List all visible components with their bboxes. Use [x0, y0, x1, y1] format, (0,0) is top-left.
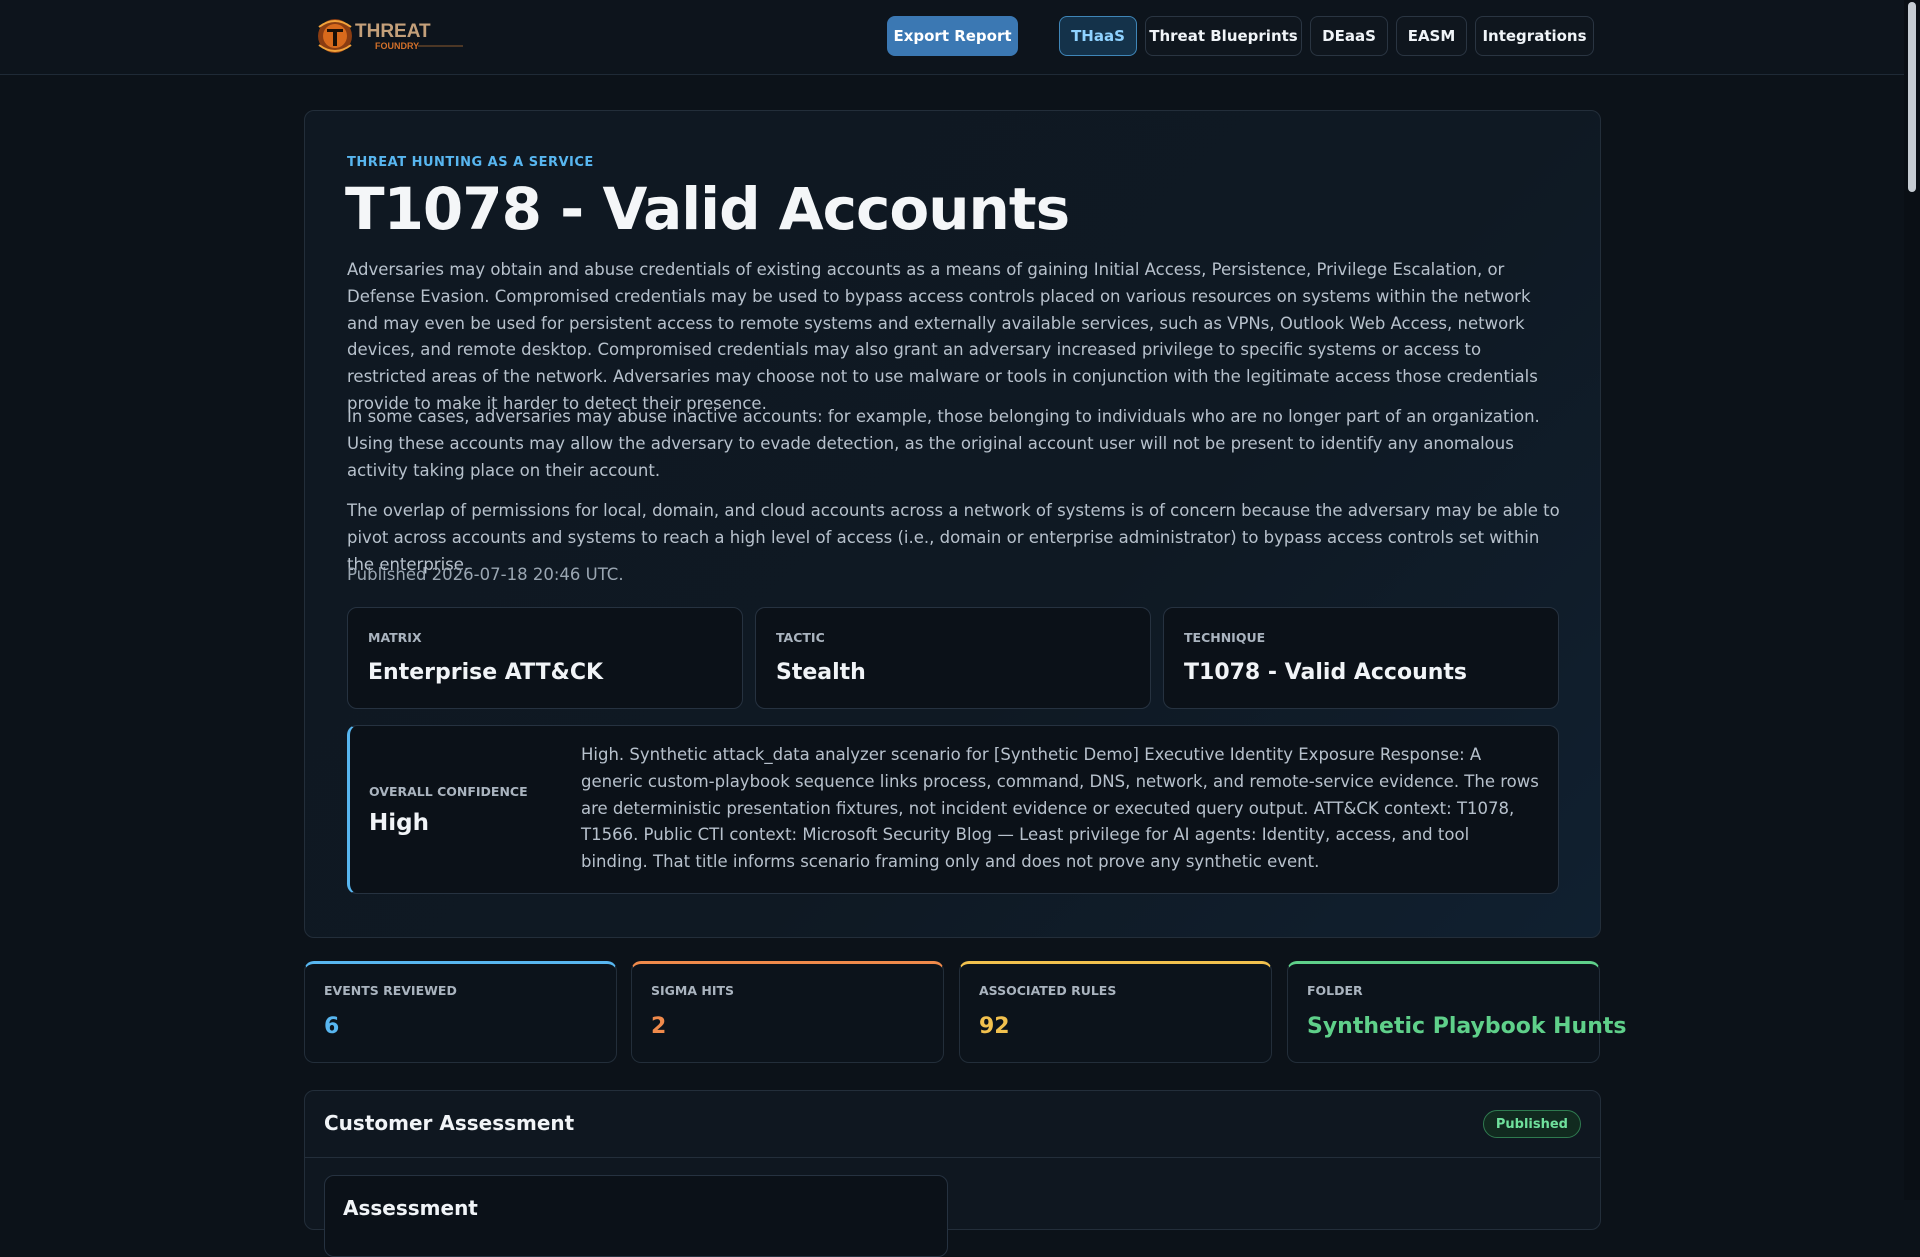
- matrix-value: Enterprise ATT&CK: [368, 660, 604, 685]
- section-eyebrow: THREAT HUNTING AS A SERVICE: [347, 155, 594, 170]
- published-timestamp: Published 2026-07-18 20:46 UTC.: [347, 565, 624, 584]
- confidence-label: OVERALL CONFIDENCE: [369, 784, 528, 799]
- threat-foundry-logo[interactable]: THREAT FOUNDRY: [313, 13, 465, 59]
- folder-link[interactable]: Synthetic Playbook Hunts: [1307, 1014, 1627, 1039]
- confidence-description: High. Synthetic attack_data analyzer sce…: [581, 745, 1539, 872]
- svg-text:FOUNDRY: FOUNDRY: [375, 41, 419, 51]
- scrollbar-thumb[interactable]: [1908, 2, 1916, 192]
- stat-value: 2: [651, 1014, 667, 1039]
- associated-rules-stat: ASSOCIATED RULES 92: [959, 961, 1272, 1063]
- technique-value: T1078 - Valid Accounts: [1184, 660, 1468, 685]
- stat-label: SIGMA HITS: [651, 983, 735, 998]
- matrix-card: MATRIX Enterprise ATT&CK: [347, 607, 743, 709]
- technique-card: TECHNIQUE T1078 - Valid Accounts: [1163, 607, 1559, 709]
- folder-stat: FOLDER Synthetic Playbook Hunts: [1287, 961, 1627, 1063]
- tactic-label: TACTIC: [776, 630, 825, 645]
- top-navigation-bar: THREAT FOUNDRY Export Report THaaS Threa…: [0, 0, 1904, 75]
- matrix-label: MATRIX: [368, 630, 422, 645]
- tab-easm[interactable]: EASM: [1396, 16, 1467, 56]
- stat-value: 92: [979, 1014, 1010, 1039]
- overall-confidence-panel: OVERALL CONFIDENCE High High. Synthetic …: [347, 725, 1559, 894]
- export-report-button[interactable]: Export Report: [887, 16, 1018, 56]
- confidence-value: High: [369, 810, 429, 836]
- description-paragraph: Adversaries may obtain and abuse credent…: [347, 260, 1538, 413]
- tab-integrations[interactable]: Integrations: [1475, 16, 1594, 56]
- assessment-card: Assessment: [324, 1175, 948, 1257]
- stat-label: EVENTS REVIEWED: [324, 983, 457, 998]
- svg-text:THREAT: THREAT: [355, 21, 431, 42]
- events-reviewed-stat: EVENTS REVIEWED 6: [304, 961, 617, 1063]
- page-title: T1078 - Valid Accounts: [345, 175, 1070, 243]
- status-badge: Published: [1482, 1110, 1581, 1138]
- customer-assessment-section: Customer Assessment Published Assessment: [304, 1090, 1601, 1257]
- section-title: Customer Assessment: [324, 1111, 575, 1135]
- page-scrollbar[interactable]: [1904, 0, 1920, 1200]
- stat-value: 6: [324, 1014, 340, 1039]
- technique-overview-card: THREAT HUNTING AS A SERVICE T1078 - Vali…: [304, 110, 1601, 938]
- stat-label: ASSOCIATED RULES: [979, 983, 1117, 998]
- tactic-value: Stealth: [776, 660, 866, 685]
- description-paragraph: In some cases, adversaries may abuse ina…: [347, 407, 1540, 480]
- tab-thaas[interactable]: THaaS: [1059, 16, 1137, 56]
- stat-label: FOLDER: [1307, 983, 1363, 998]
- technique-label: TECHNIQUE: [1184, 630, 1266, 645]
- tactic-card: TACTIC Stealth: [755, 607, 1151, 709]
- sigma-hits-stat: SIGMA HITS 2: [631, 961, 944, 1063]
- tab-threat-blueprints[interactable]: Threat Blueprints: [1145, 16, 1302, 56]
- tab-deaas[interactable]: DEaaS: [1310, 16, 1388, 56]
- section-divider: [305, 1157, 1600, 1158]
